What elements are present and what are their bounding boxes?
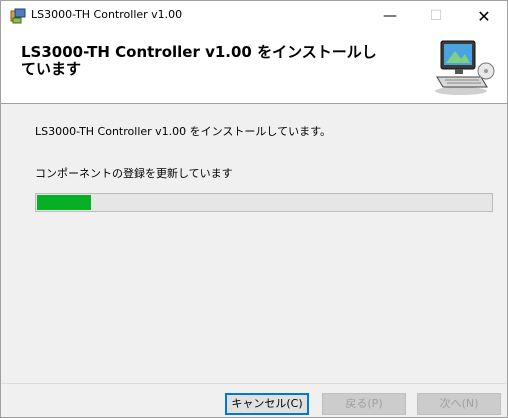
maximize-button[interactable]: ☐: [413, 1, 459, 31]
window-title: LS3000-TH Controller v1.00: [31, 8, 183, 21]
next-button[interactable]: 次へ(N): [417, 393, 501, 415]
back-button[interactable]: 戻る(P): [322, 393, 406, 415]
computer-install-icon: [435, 40, 495, 95]
close-button[interactable]: ✕: [461, 1, 507, 31]
footer-divider: [1, 383, 507, 384]
header-banner: LS3000-TH Controller v1.00 をインストールしています: [1, 31, 507, 104]
minimize-button[interactable]: —: [367, 1, 413, 31]
action-text: コンポーネントの登録を更新しています: [35, 167, 233, 180]
install-progress-bar: [35, 193, 493, 212]
installer-window: LS3000-TH Controller v1.00 — ☐ ✕ LS3000-…: [0, 0, 508, 418]
cancel-button[interactable]: キャンセル(C): [225, 393, 309, 415]
status-text: LS3000-TH Controller v1.00 をインストールしています。: [35, 125, 332, 138]
title-bar[interactable]: LS3000-TH Controller v1.00 — ☐ ✕: [1, 1, 507, 31]
banner-title: LS3000-TH Controller v1.00 をインストールしています: [21, 43, 377, 78]
installer-app-icon: [10, 8, 26, 24]
progress-fill: [37, 195, 91, 210]
